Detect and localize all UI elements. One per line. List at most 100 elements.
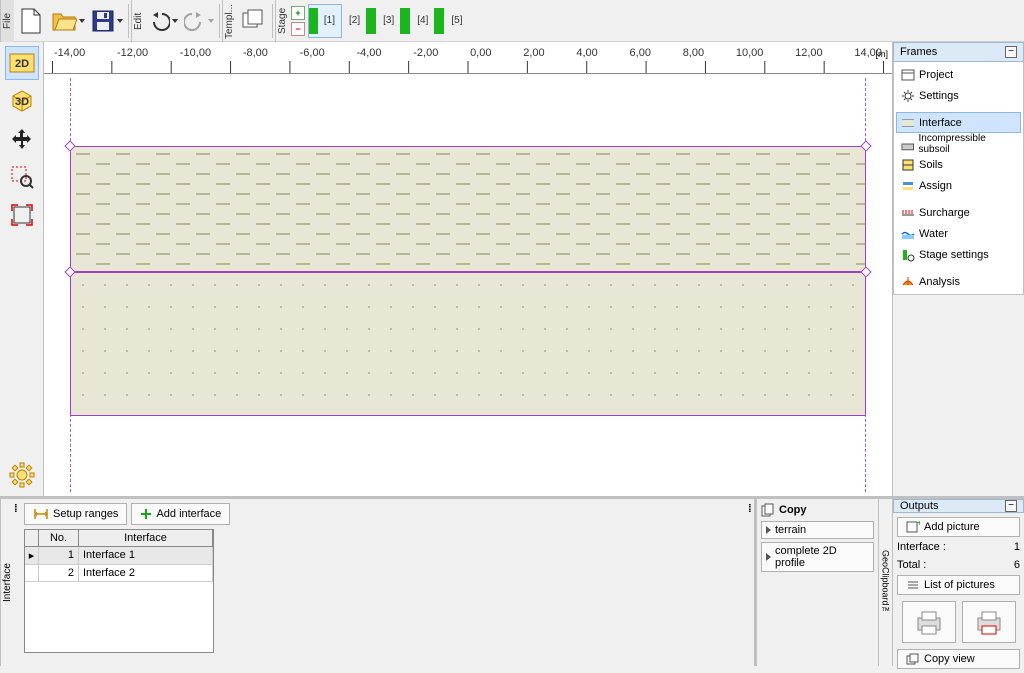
stage-4-button[interactable]: [4] <box>411 4 444 38</box>
stage-settings-icon <box>901 248 915 262</box>
table-header-interface[interactable]: Interface <box>79 530 213 546</box>
geoclipboard-tab[interactable]: GeoClipboard™ <box>878 499 892 666</box>
frames-item-project[interactable]: Project <box>896 64 1021 85</box>
open-file-button[interactable] <box>48 4 88 38</box>
frames-item-settings[interactable]: Settings <box>896 85 1021 106</box>
svg-text:2D: 2D <box>14 58 28 70</box>
main-toolbar: File Edit Templ... Stage + − [1] [2] [3]… <box>0 0 1024 42</box>
2d-icon: 2D <box>9 53 35 73</box>
stage-3-button[interactable]: [3] <box>377 4 410 38</box>
frames-item-water[interactable]: Water <box>896 223 1021 244</box>
frames-item-assign[interactable]: Assign <box>896 175 1021 196</box>
stat-label: Interface : <box>897 541 946 553</box>
copy-panel: Copy terrain complete 2D profile <box>754 499 878 666</box>
print-button[interactable] <box>902 601 956 643</box>
stage-2-button[interactable]: [2] <box>343 4 376 38</box>
ruler-tick: -10,00 <box>180 47 211 59</box>
drawing-canvas[interactable] <box>44 74 892 496</box>
add-stage-button[interactable]: + <box>291 6 305 20</box>
add-picture-icon: + <box>906 521 920 533</box>
undo-button[interactable] <box>145 4 181 38</box>
horizontal-ruler: -14,00 -12,00 -10,00 -8,00 -6,00 -4,00 -… <box>44 42 892 74</box>
table-row[interactable]: 2 Interface 2 <box>25 565 213 582</box>
redo-button[interactable] <box>181 4 217 38</box>
file-tab[interactable]: File <box>0 0 14 42</box>
frames-item-label: Water <box>919 228 948 240</box>
frames-panel: Frames − Project Settings Interface Inco… <box>892 42 1024 496</box>
ruler-tick: 8,00 <box>683 47 704 59</box>
ruler-tick: -2,00 <box>413 47 438 59</box>
frames-item-label: Interface <box>919 117 962 129</box>
template-tab[interactable]: Templ... <box>222 0 236 42</box>
stage-strip: + − [1] [2] [3] [4] [5] <box>289 0 470 42</box>
add-picture-button[interactable]: + Add picture <box>897 517 1020 537</box>
view-3d-button[interactable]: 3D <box>5 84 39 118</box>
stage-tab[interactable]: Stage <box>275 0 289 42</box>
settings-gear-button[interactable] <box>5 458 39 492</box>
pan-button[interactable] <box>5 122 39 156</box>
ruler-tick: -14,00 <box>54 47 85 59</box>
list-icon <box>906 579 920 591</box>
remove-stage-button[interactable]: − <box>291 22 305 36</box>
row-no: 1 <box>39 547 79 564</box>
ruler-tick: 2,00 <box>523 47 544 59</box>
row-name: Interface 1 <box>79 547 213 564</box>
outputs-total-stat: Total :6 <box>897 557 1020 573</box>
copy-profile-button[interactable]: complete 2D profile <box>761 542 874 572</box>
new-file-button[interactable] <box>14 4 48 38</box>
row-selector-icon: ▸ <box>25 547 39 564</box>
frames-item-label: Assign <box>919 180 952 192</box>
gear-icon <box>901 89 915 103</box>
ruler-tick: 12,00 <box>795 47 823 59</box>
frames-item-soils[interactable]: Soils <box>896 154 1021 175</box>
zoom-area-button[interactable] <box>5 160 39 194</box>
edit-tab[interactable]: Edit <box>131 0 145 42</box>
soils-icon <box>901 158 915 172</box>
view-toolbar: 2D 3D <box>0 42 44 496</box>
frames-item-label: Project <box>919 69 953 81</box>
printer-color-icon <box>974 608 1004 636</box>
stat-value: 1 <box>1014 541 1020 553</box>
collapse-frames-button[interactable]: − <box>1005 46 1017 58</box>
subsoil-icon <box>901 137 915 151</box>
stage-5-button[interactable]: [5] <box>445 4 468 38</box>
zoom-extents-button[interactable] <box>5 198 39 232</box>
save-file-button[interactable] <box>88 4 126 38</box>
interface-icon <box>901 116 915 130</box>
plus-icon <box>140 508 152 520</box>
frames-item-surcharge[interactable]: Surcharge <box>896 202 1021 223</box>
marquee-zoom-icon <box>10 165 34 189</box>
table-row[interactable]: ▸ 1 Interface 1 <box>25 547 213 565</box>
undo-icon <box>148 10 170 32</box>
assign-icon <box>901 179 915 193</box>
add-interface-button[interactable]: Add interface <box>131 503 230 525</box>
interface-tab[interactable]: Interface <box>0 499 14 666</box>
list-pictures-button[interactable]: List of pictures <box>897 575 1020 595</box>
triangle-right-icon <box>766 553 771 561</box>
copy-view-button[interactable]: Copy view <box>897 649 1020 669</box>
frames-item-label: Soils <box>919 159 943 171</box>
copy-terrain-button[interactable]: terrain <box>761 521 874 539</box>
copy-profile-label: complete 2D profile <box>775 545 869 569</box>
frames-item-interface[interactable]: Interface <box>896 112 1021 133</box>
frames-item-analysis[interactable]: Analysis <box>896 271 1021 292</box>
soil-layer-1[interactable] <box>70 146 866 272</box>
fit-screen-icon <box>10 203 34 227</box>
surcharge-icon <box>901 206 915 220</box>
frames-item-stage-settings[interactable]: Stage settings <box>896 244 1021 265</box>
move-icon <box>10 127 34 151</box>
soil-layer-2[interactable] <box>70 272 866 416</box>
interface-table: No. Interface ▸ 1 Interface 1 2 Interfac… <box>24 529 214 653</box>
stage-1-button[interactable]: [1] <box>308 4 342 38</box>
outputs-title-label: Outputs <box>900 500 939 512</box>
ruler-ticks <box>44 61 892 73</box>
collapse-outputs-button[interactable]: − <box>1005 500 1017 512</box>
template-manager-button[interactable] <box>236 4 270 38</box>
frames-header: Frames − <box>893 42 1024 62</box>
view-2d-button[interactable]: 2D <box>5 46 39 80</box>
setup-ranges-button[interactable]: Setup ranges <box>24 503 127 525</box>
table-header-no[interactable]: No. <box>39 530 79 546</box>
frames-item-subsoil[interactable]: Incompressible subsoil <box>896 133 1021 154</box>
redo-icon <box>184 10 206 32</box>
print-color-button[interactable] <box>962 601 1016 643</box>
